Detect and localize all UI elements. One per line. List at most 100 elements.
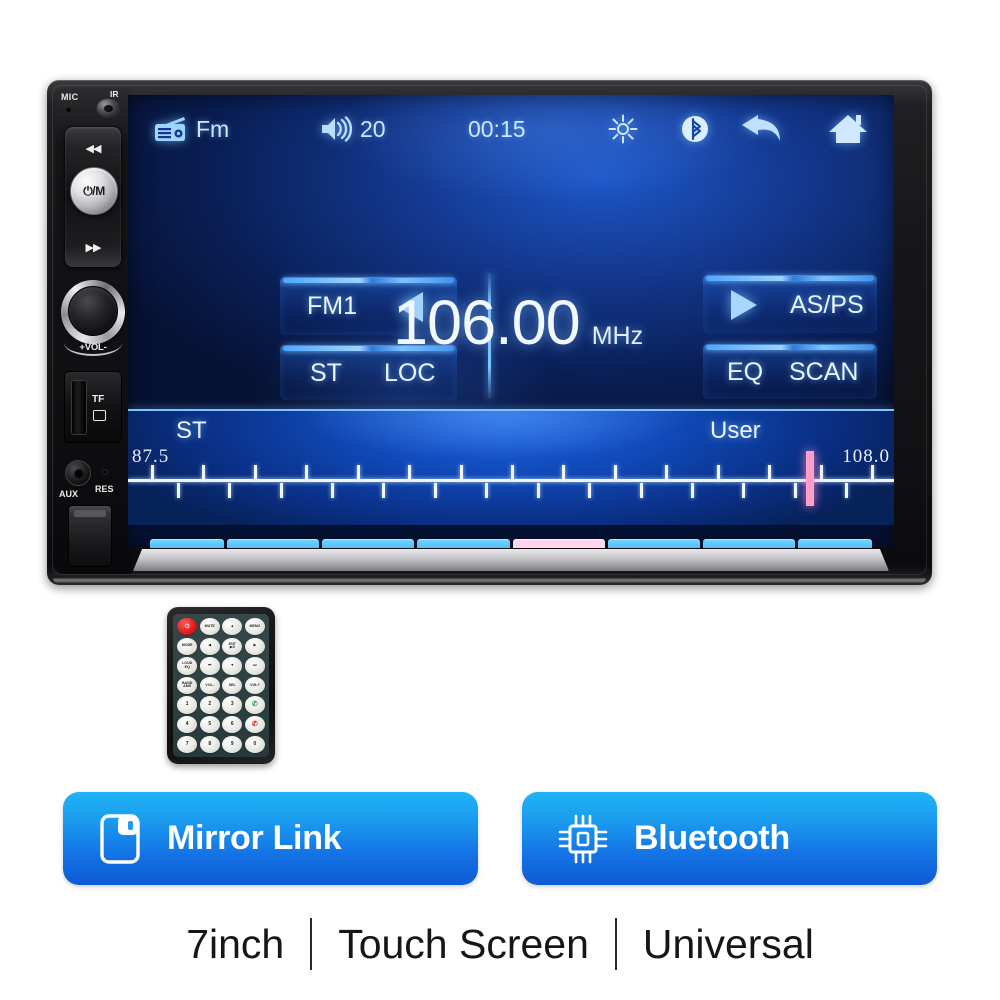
- preset-button[interactable]: 90.00: [322, 539, 415, 548]
- tuner-tick-minor: [433, 483, 437, 498]
- reset-button[interactable]: [102, 469, 108, 475]
- preset-button[interactable]: 98.00: [417, 539, 510, 548]
- eq-button-label[interactable]: EQ: [727, 358, 763, 387]
- tuner-tick-major: [819, 465, 823, 481]
- screen-bottom-trim: [133, 549, 889, 571]
- remote-button[interactable]: LOUD EQ: [177, 657, 198, 675]
- badge-bluetooth[interactable]: Bluetooth: [522, 792, 937, 885]
- next-track-icon[interactable]: ▶▶: [65, 241, 121, 254]
- remote-button[interactable]: SEL: [222, 676, 243, 695]
- back-button[interactable]: [740, 114, 784, 144]
- badge-mirror-link[interactable]: Mirror Link: [63, 792, 478, 885]
- local-button-label[interactable]: LOC: [384, 359, 435, 388]
- remote-button[interactable]: VOL+: [244, 676, 265, 695]
- remote-button[interactable]: MODE: [177, 637, 198, 655]
- preset-button[interactable]: 87.50: [227, 539, 320, 548]
- brightness-sun-icon: [608, 114, 638, 144]
- aux-jack[interactable]: [65, 460, 91, 486]
- touch-screen-display[interactable]: Fm 20 00:15 FM1 ST LOC 106.00 MHz AS/PS …: [128, 95, 894, 548]
- tf-label: TF: [92, 394, 105, 405]
- remote-button[interactable]: 9: [222, 735, 243, 753]
- remote-button[interactable]: 6: [222, 715, 243, 734]
- preset-button-active[interactable]: 106.00: [512, 539, 605, 548]
- remote-button[interactable]: 1: [177, 696, 198, 714]
- band-label: FM1: [307, 292, 357, 320]
- tuner-tick-minor: [485, 483, 489, 498]
- home-button[interactable]: [828, 113, 868, 145]
- remote-button[interactable]: ✆: [244, 696, 265, 714]
- scan-button-label[interactable]: SCAN: [789, 358, 858, 387]
- remote-button[interactable]: ▶: [244, 637, 265, 655]
- remote-button[interactable]: ⏻: [177, 618, 198, 636]
- tf-slot-opening[interactable]: [71, 380, 87, 435]
- power-mode-label: ⏻/M: [83, 183, 105, 198]
- preset-prev-button[interactable]: ❮: [150, 539, 224, 548]
- clock-text: 00:15: [468, 115, 526, 142]
- remote-keypad[interactable]: ⏻ MUTE ▲ MENU MODE ◀ ENT ▶II ▶ LOUD EQ ⏮ ▼ ⏭ BAND AMS VO…: [173, 614, 269, 757]
- preset-next-button[interactable]: ❯: [798, 539, 873, 548]
- usb-side-port[interactable]: [68, 505, 112, 567]
- remote-button[interactable]: ◀: [199, 637, 220, 655]
- volume-knob[interactable]: +VOL-: [58, 278, 128, 360]
- remote-button[interactable]: 8: [199, 735, 220, 753]
- preset-button[interactable]: 87.50: [702, 539, 796, 548]
- brightness-button[interactable]: [608, 114, 638, 144]
- status-bar: Fm 20 00:15: [128, 95, 894, 163]
- tuner-tick-major: [768, 465, 772, 481]
- preset-button[interactable]: 108.00: [607, 539, 700, 548]
- seek-rocker[interactable]: ◀◀ ⏻/M ▶▶: [64, 126, 122, 268]
- volume-knob-cap[interactable]: [68, 286, 118, 336]
- infrared-remote-control[interactable]: ⏻ MUTE ▲ MENU MODE ◀ ENT ▶II ▶ LOUD EQ ⏮ ▼ ⏭ BAND AMS VO…: [167, 607, 275, 764]
- clock-display: 00:15: [468, 116, 526, 143]
- home-icon: [829, 115, 867, 143]
- remote-button[interactable]: 4: [177, 715, 198, 734]
- remote-button[interactable]: BAND AMS: [177, 676, 198, 695]
- car-stereo-head-unit: MIC IR ◀◀ ⏻/M ▶▶ +VOL- TF AUX RES Fm 20 …: [47, 80, 932, 585]
- asps-button[interactable]: AS/PS: [703, 275, 877, 333]
- mic-label: MIC: [61, 92, 79, 102]
- remote-button[interactable]: 7: [177, 735, 198, 753]
- tuner-tick-major: [356, 465, 360, 481]
- tuner-tick-major: [150, 465, 154, 481]
- remote-button[interactable]: VOL-: [199, 676, 220, 695]
- triangle-right-icon[interactable]: [731, 290, 757, 320]
- remote-button[interactable]: ENT ▶II: [222, 637, 243, 655]
- remote-button[interactable]: 5: [199, 715, 220, 734]
- tuner-tick-major: [613, 465, 617, 481]
- remote-button[interactable]: ▲: [222, 618, 243, 636]
- remote-button[interactable]: MENU: [244, 618, 265, 636]
- microphone-hole: [66, 107, 71, 112]
- tuner-tick-major: [871, 465, 875, 481]
- tuner-tick-minor: [228, 483, 232, 498]
- stereo-button-label[interactable]: ST: [310, 359, 342, 388]
- tf-card-slot[interactable]: TF: [64, 371, 122, 443]
- power-mode-button[interactable]: ⏻/M: [70, 167, 118, 215]
- memory-card-icon: [93, 410, 106, 421]
- asps-label: AS/PS: [790, 291, 864, 319]
- tuner-tick-minor: [691, 483, 694, 498]
- remote-button[interactable]: ⏭: [244, 657, 265, 675]
- tuner-tick-major: [511, 465, 514, 481]
- remote-button[interactable]: 3: [222, 696, 243, 714]
- bluetooth-button[interactable]: [680, 114, 710, 144]
- remote-button[interactable]: ✆: [244, 715, 265, 734]
- remote-button[interactable]: MUTE: [199, 618, 220, 636]
- tuner-tick-minor: [330, 483, 334, 498]
- volume-label: +VOL-: [79, 342, 107, 353]
- remote-button[interactable]: ▼: [222, 657, 243, 675]
- remote-button[interactable]: ⏮: [199, 657, 220, 675]
- tuner-tick-minor: [588, 483, 592, 498]
- volume-value: 20: [360, 115, 386, 142]
- tuner-scale-band[interactable]: ST User 87.5 108.0: [128, 411, 894, 525]
- bluetooth-chip-icon: [558, 814, 608, 863]
- tuning-pointer[interactable]: [805, 451, 814, 506]
- source-indicator[interactable]: Fm: [154, 116, 229, 143]
- tuner-max-frequency: 108.0: [842, 446, 890, 467]
- tuner-tick-major: [253, 465, 257, 481]
- remote-button[interactable]: 0: [244, 735, 265, 753]
- previous-track-icon[interactable]: ◀◀: [65, 142, 121, 155]
- volume-indicator[interactable]: 20: [320, 116, 386, 143]
- eq-scan-button-group[interactable]: EQ SCAN: [703, 344, 877, 399]
- remote-button[interactable]: 2: [199, 696, 220, 714]
- preset-station-row[interactable]: ❮ 87.5090.0098.00106.00108.0087.50 ❯: [150, 539, 873, 548]
